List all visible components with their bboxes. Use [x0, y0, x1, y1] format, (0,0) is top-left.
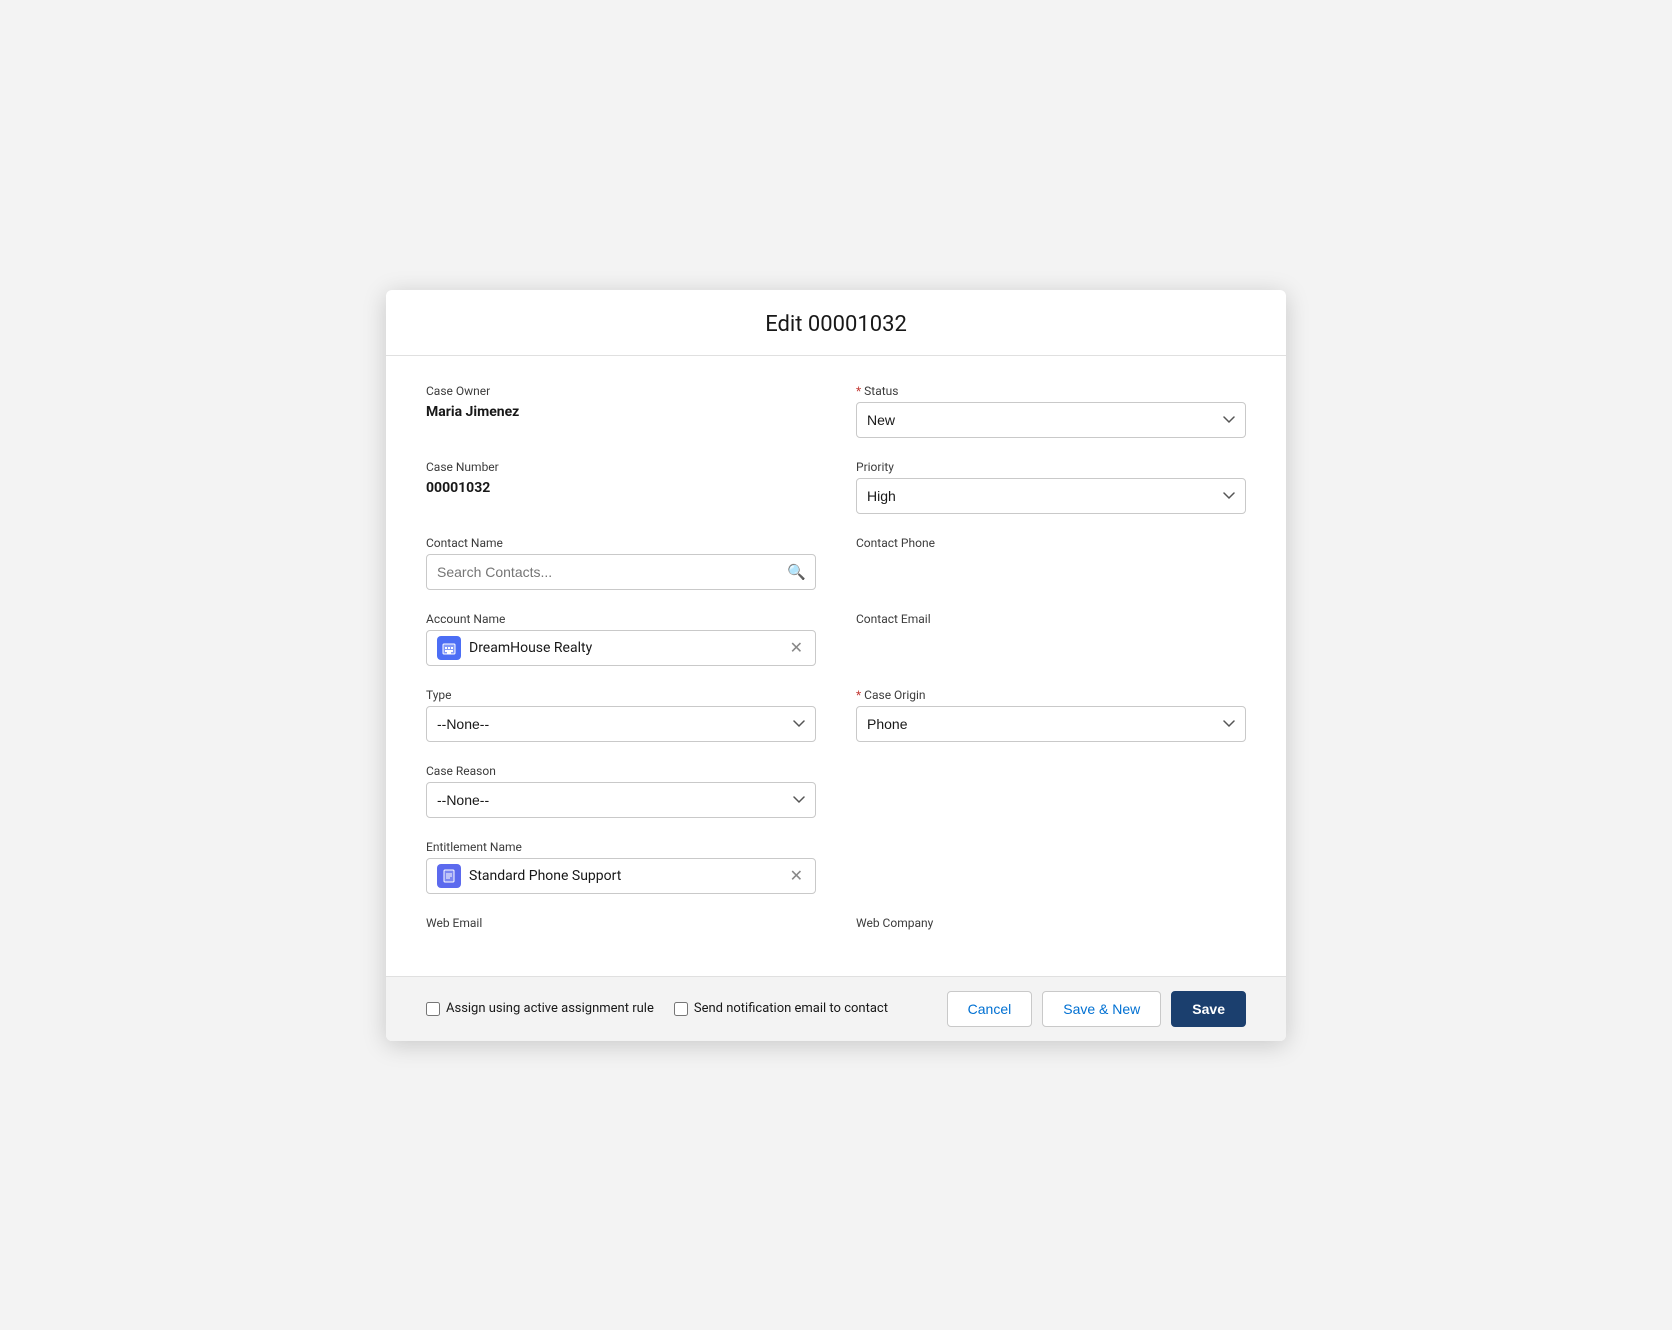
contact-phone-group: Contact Phone: [856, 536, 1246, 590]
assign-rule-checkbox[interactable]: [426, 1002, 440, 1016]
assign-rule-check-item: Assign using active assignment rule: [426, 1001, 654, 1016]
contact-phone-value: [856, 554, 1246, 590]
edit-modal: Edit 00001032 Case Owner Maria Jimenez S…: [386, 290, 1286, 1041]
assign-rule-label[interactable]: Assign using active assignment rule: [446, 1001, 654, 1016]
account-name-chip: DreamHouse Realty ✕: [426, 630, 816, 666]
case-origin-label: Case Origin: [856, 688, 1246, 702]
entitlement-name-label: Entitlement Name: [426, 840, 816, 854]
web-company-group: Web Company: [856, 916, 1246, 934]
account-name-label: Account Name: [426, 612, 816, 626]
send-notification-checkbox[interactable]: [674, 1002, 688, 1016]
type-select[interactable]: --None-- Problem Feature Request Questio…: [426, 706, 816, 742]
account-name-value: DreamHouse Realty: [469, 640, 780, 656]
web-email-group: Web Email: [426, 916, 816, 934]
account-name-clear-button[interactable]: ✕: [788, 640, 805, 656]
type-group: Type --None-- Problem Feature Request Qu…: [426, 688, 816, 742]
footer-actions: Cancel Save & New Save: [947, 991, 1246, 1027]
status-label: Status: [856, 384, 1246, 398]
send-notification-check-item: Send notification email to contact: [674, 1001, 888, 1016]
footer-checks: Assign using active assignment rule Send…: [426, 1001, 931, 1016]
case-number-value: 00001032: [426, 478, 816, 496]
save-new-button[interactable]: Save & New: [1042, 991, 1161, 1027]
contact-name-search-wrap: 🔍: [426, 554, 816, 590]
case-owner-value: Maria Jimenez: [426, 402, 816, 420]
case-reason-label: Case Reason: [426, 764, 816, 778]
case-owner-label: Case Owner: [426, 384, 816, 398]
type-label: Type: [426, 688, 816, 702]
entitlement-name-group: Entitlement Name Standard Phone Support …: [426, 840, 816, 894]
modal-footer: Assign using active assignment rule Send…: [386, 976, 1286, 1041]
contact-name-input[interactable]: [426, 554, 816, 590]
modal-title: Edit 00001032: [386, 312, 1286, 337]
entitlement-icon: [437, 864, 461, 888]
case-number-label: Case Number: [426, 460, 816, 474]
send-notification-label[interactable]: Send notification email to contact: [694, 1001, 888, 1016]
modal-header: Edit 00001032: [386, 290, 1286, 356]
entitlement-name-value: Standard Phone Support: [469, 868, 780, 884]
case-origin-select[interactable]: Phone Email Web: [856, 706, 1246, 742]
modal-body: Case Owner Maria Jimenez Status New Work…: [386, 356, 1286, 976]
case-number-group: Case Number 00001032: [426, 460, 816, 514]
priority-label: Priority: [856, 460, 1246, 474]
case-reason-select[interactable]: --None-- User didn't attend training Com…: [426, 782, 816, 818]
case-owner-group: Case Owner Maria Jimenez: [426, 384, 816, 438]
status-select[interactable]: New Working Escalated Closed: [856, 402, 1246, 438]
form-grid: Case Owner Maria Jimenez Status New Work…: [426, 384, 1246, 956]
priority-group: Priority High Medium Low: [856, 460, 1246, 514]
entitlement-name-clear-button[interactable]: ✕: [788, 868, 805, 884]
web-company-label: Web Company: [856, 916, 1246, 930]
account-name-group: Account Name DreamHouse Real: [426, 612, 816, 666]
case-reason-group: Case Reason --None-- User didn't attend …: [426, 764, 816, 818]
status-group: Status New Working Escalated Closed: [856, 384, 1246, 438]
cancel-button[interactable]: Cancel: [947, 991, 1033, 1027]
entitlement-name-chip: Standard Phone Support ✕: [426, 858, 816, 894]
save-button[interactable]: Save: [1171, 991, 1246, 1027]
contact-phone-label: Contact Phone: [856, 536, 1246, 550]
case-reason-right-empty: [856, 764, 1246, 818]
contact-email-group: Contact Email: [856, 612, 1246, 666]
building-icon: [437, 636, 461, 660]
contact-name-label: Contact Name: [426, 536, 816, 550]
contact-email-value: [856, 630, 1246, 666]
priority-select[interactable]: High Medium Low: [856, 478, 1246, 514]
entitlement-right-empty: [856, 840, 1246, 894]
case-origin-group: Case Origin Phone Email Web: [856, 688, 1246, 742]
contact-email-label: Contact Email: [856, 612, 1246, 626]
contact-name-group: Contact Name 🔍: [426, 536, 816, 590]
web-email-label: Web Email: [426, 916, 816, 930]
